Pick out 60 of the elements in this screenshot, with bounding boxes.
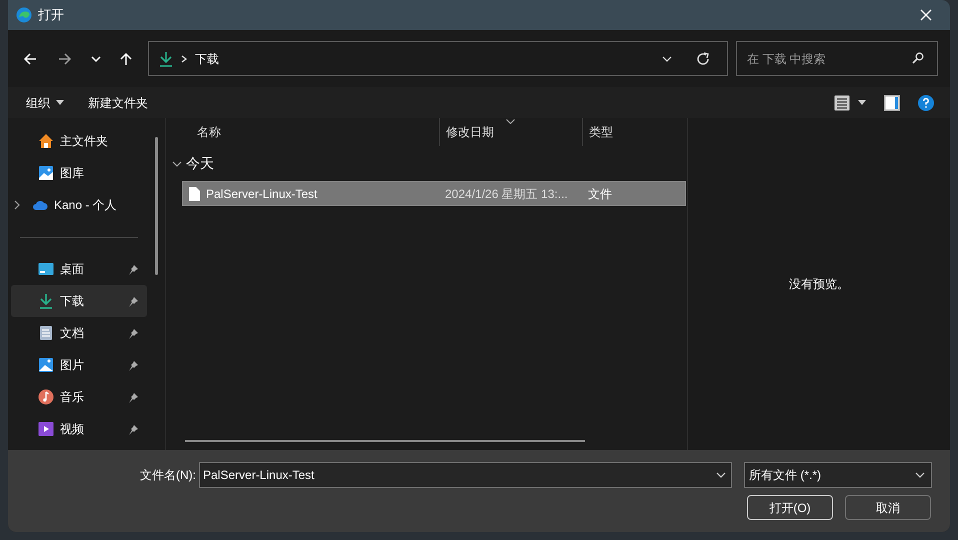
preview-pane-icon <box>884 94 900 110</box>
gallery-icon <box>38 165 54 181</box>
forward-icon <box>58 52 72 66</box>
home-icon <box>38 133 54 149</box>
list-view-icon <box>834 94 850 110</box>
desktop-icon <box>38 261 54 277</box>
date-column-header[interactable]: 修改日期 <box>440 118 583 146</box>
file-type: 文件 <box>588 186 612 202</box>
group-header[interactable]: 今天 <box>166 146 687 181</box>
scrollbar[interactable] <box>185 440 585 442</box>
search-icon <box>912 52 924 64</box>
open-button[interactable]: 打开(O) <box>747 495 833 520</box>
help-icon <box>918 94 934 110</box>
music-note-icon <box>38 389 54 405</box>
address-bar[interactable]: 下载 <box>148 41 728 76</box>
video-icon <box>38 421 54 437</box>
chevron-down-icon[interactable] <box>716 472 726 478</box>
sidebar-item[interactable]: 图片 <box>11 349 147 381</box>
file-name: PalServer-Linux-Test <box>206 186 318 202</box>
sidebar-item[interactable]: 下载 <box>11 285 147 317</box>
expand-icon[interactable] <box>14 200 20 210</box>
sidebar-item[interactable]: 桌面 <box>11 253 147 285</box>
filename-label: 文件名(N): <box>140 467 196 484</box>
name-column-header[interactable]: 名称 <box>166 118 440 146</box>
download-icon <box>159 50 174 66</box>
chevron-down-icon <box>662 56 672 62</box>
search-field[interactable]: 在 下载 中搜索 <box>736 41 938 76</box>
sidebar-item[interactable]: 文档 <box>11 317 147 349</box>
cancel-button[interactable]: 取消 <box>845 495 931 520</box>
file-icon <box>189 186 200 200</box>
chevron-down-icon <box>915 472 925 478</box>
filename-field[interactable]: PalServer-Linux-Test <box>199 462 732 488</box>
organize-menu[interactable]: 组织 <box>18 92 72 114</box>
picture-icon <box>38 357 54 373</box>
file-row[interactable]: PalServer-Linux-Test 2024/1/26 星期五 13:... 文件 <box>182 181 686 206</box>
refresh-icon <box>696 52 710 66</box>
sidebar-item[interactable]: 图库 <box>11 157 147 189</box>
preview-message: 没有预览。 <box>789 276 849 293</box>
type-column-header[interactable]: 类型 <box>583 118 687 146</box>
sidebar-item[interactable]: 音乐 <box>11 381 147 413</box>
caret-icon <box>858 100 866 105</box>
up-icon <box>119 52 134 66</box>
sidebar-item[interactable]: 视频 <box>11 413 147 445</box>
app-icon <box>16 7 32 23</box>
breadcrumb-item[interactable]: 下载 <box>195 50 220 68</box>
close-icon <box>920 9 932 21</box>
download-icon <box>38 293 54 309</box>
new-folder-button[interactable]: 新建文件夹 <box>80 92 156 114</box>
file-date: 2024/1/26 星期五 13:... <box>445 186 569 202</box>
back-icon <box>22 52 37 66</box>
window-title: 打开 <box>38 6 64 24</box>
chevron-icon <box>172 158 182 168</box>
document-icon <box>38 325 54 341</box>
chevron-icon <box>181 54 188 62</box>
sort-icon <box>506 119 515 124</box>
sidebar-item[interactable]: 主文件夹 <box>11 125 147 157</box>
file-type-dropdown[interactable]: 所有文件 (*.*) <box>744 462 932 488</box>
sidebar-item[interactable]: Kano - 个人 <box>11 189 147 221</box>
caret-icon <box>56 100 64 105</box>
scrollbar[interactable] <box>155 137 158 275</box>
